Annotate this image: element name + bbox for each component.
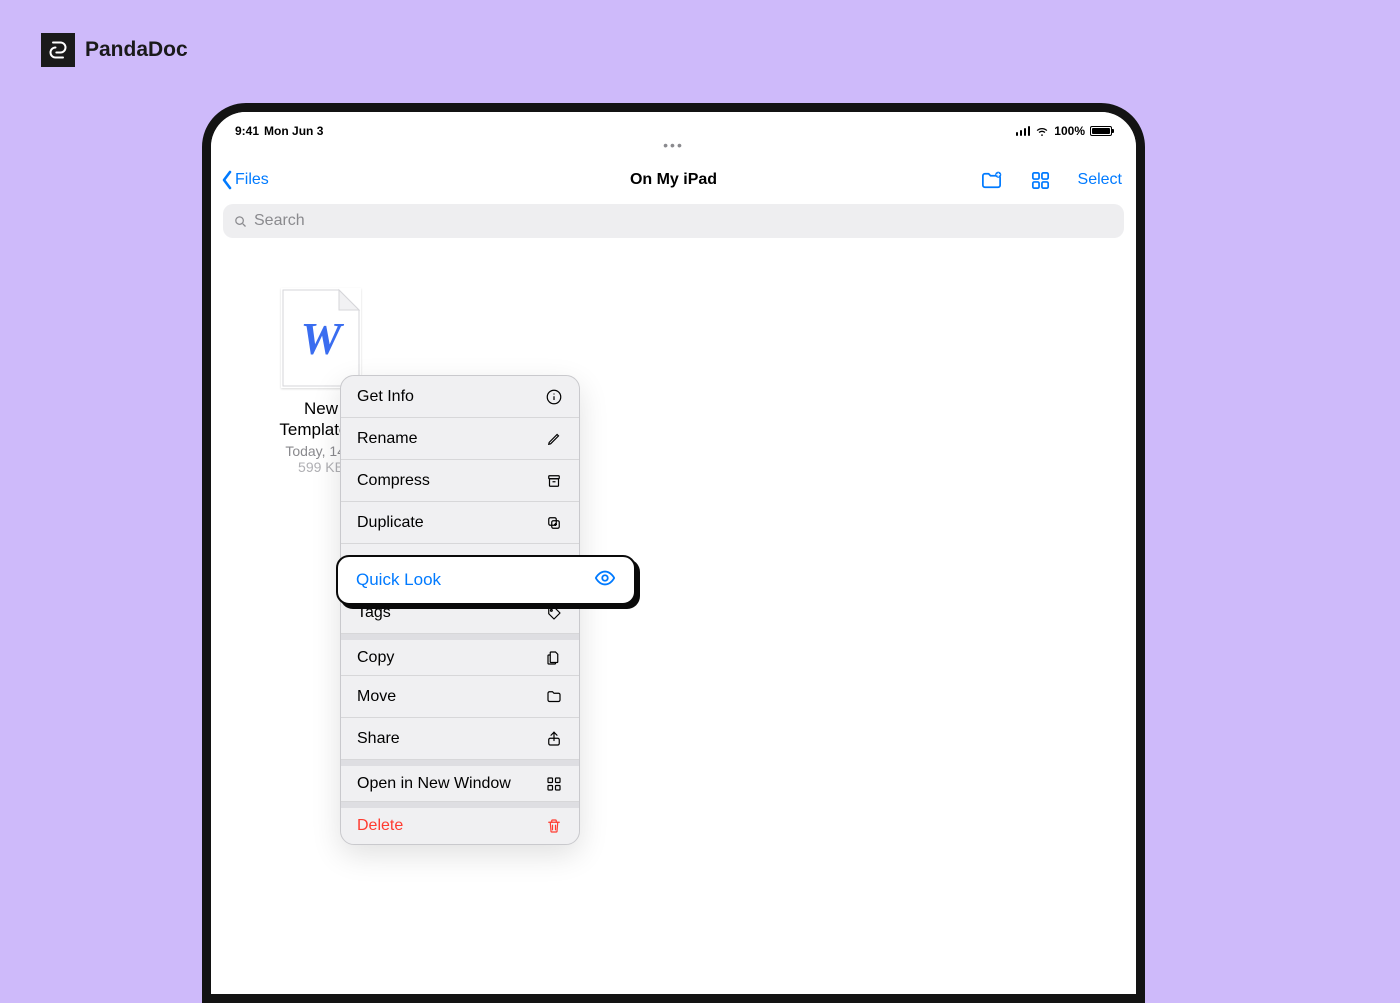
pencil-icon: [545, 430, 563, 448]
context-menu: Get Info Rename Compress Duplicate Tags …: [340, 375, 580, 845]
menu-duplicate[interactable]: Duplicate: [341, 502, 579, 544]
menu-label: Duplicate: [357, 514, 424, 532]
status-date: Mon Jun 3: [264, 124, 323, 138]
status-bar: 9:41 Mon Jun 3 100%: [211, 112, 1136, 140]
menu-label: Copy: [357, 649, 394, 667]
trash-icon: [545, 817, 563, 835]
menu-label: Share: [357, 730, 400, 748]
share-icon: [545, 730, 563, 748]
cellular-icon: [1016, 126, 1031, 136]
menu-move[interactable]: Move: [341, 676, 579, 718]
archive-icon: [545, 472, 563, 490]
back-button[interactable]: Files: [219, 169, 269, 191]
menu-quick-look[interactable]: Quick Look: [336, 555, 636, 605]
tag-icon: [545, 604, 563, 622]
menu-get-info[interactable]: Get Info: [341, 376, 579, 418]
menu-compress[interactable]: Compress: [341, 460, 579, 502]
eye-icon: [594, 567, 616, 594]
wifi-icon: [1035, 124, 1049, 138]
menu-copy[interactable]: Copy: [341, 634, 579, 676]
search-icon: [233, 214, 248, 229]
menu-label: Compress: [357, 472, 430, 490]
menu-share[interactable]: Share: [341, 718, 579, 760]
menu-label: Rename: [357, 430, 417, 448]
document-badge: W: [281, 288, 361, 388]
nav-bar: Files On My iPad: [211, 158, 1136, 202]
pandadoc-badge: PandaDoc: [41, 33, 188, 67]
battery-pct: 100%: [1054, 124, 1085, 138]
menu-label: Delete: [357, 817, 403, 835]
menu-rename[interactable]: Rename: [341, 418, 579, 460]
folder-icon: [545, 688, 563, 706]
select-button[interactable]: Select: [1078, 171, 1122, 189]
pandadoc-logo-icon: [41, 33, 75, 67]
menu-label: Open in New Window: [357, 775, 511, 793]
new-folder-button[interactable]: [980, 169, 1003, 192]
info-icon: [545, 388, 563, 406]
search-placeholder: Search: [254, 212, 305, 230]
menu-label: Move: [357, 688, 396, 706]
duplicate-icon: [545, 514, 563, 532]
document-icon: W: [281, 288, 361, 388]
search-input[interactable]: Search: [223, 204, 1124, 238]
menu-delete[interactable]: Delete: [341, 802, 579, 844]
status-time: 9:41: [235, 124, 259, 138]
back-label: Files: [235, 171, 269, 189]
menu-label: Get Info: [357, 388, 414, 406]
menu-open-new-window[interactable]: Open in New Window: [341, 760, 579, 802]
menu-label: Tags: [357, 604, 391, 622]
pandadoc-wordmark: PandaDoc: [85, 38, 188, 62]
view-options-button[interactable]: [1029, 169, 1052, 192]
copy-icon: [545, 649, 563, 667]
multitask-dots-icon[interactable]: •••: [211, 140, 1136, 158]
grid-icon: [545, 775, 563, 793]
battery-icon: [1090, 126, 1112, 136]
menu-label: Quick Look: [356, 570, 441, 590]
